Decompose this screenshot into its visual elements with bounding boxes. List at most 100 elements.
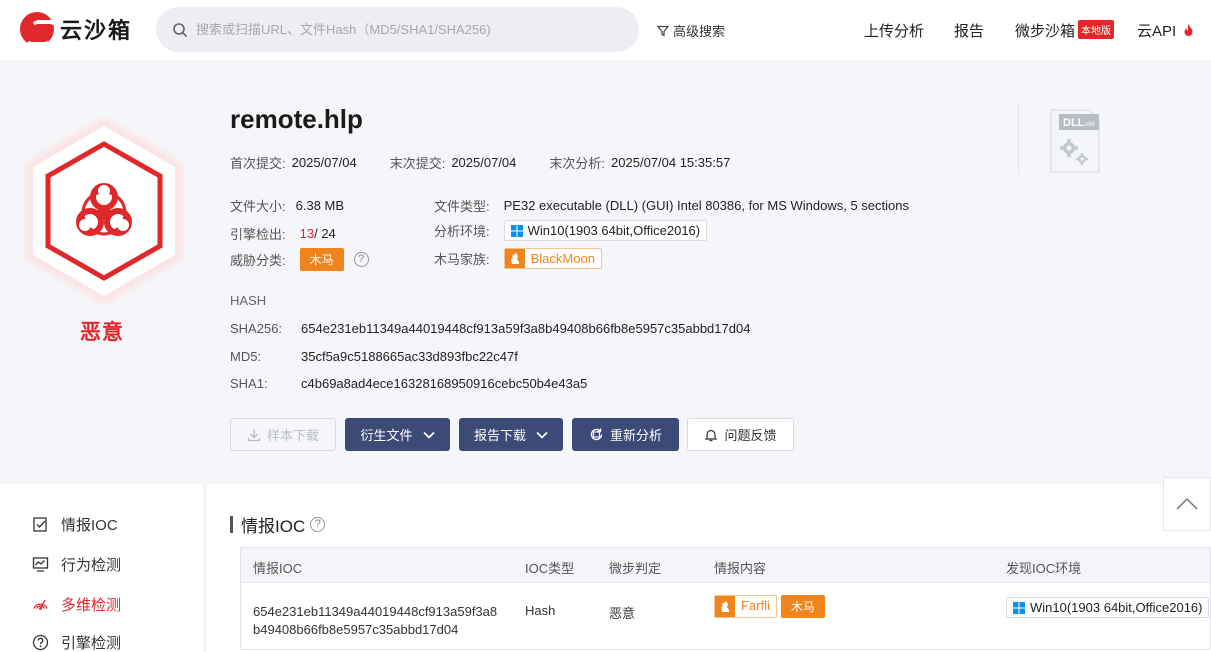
last-submit-label: 末次提交: <box>389 156 446 171</box>
svg-text:DLL: DLL <box>1063 117 1085 129</box>
sha1-value[interactable]: c4b69a8ad4ece16328168950916cebc50b4e43a5 <box>301 376 587 391</box>
nav-weibu-sandbox[interactable]: 微步沙箱 本地版 <box>1015 20 1115 41</box>
analysis-env-tag[interactable]: Win10(1903 64bit,Office2016) <box>503 220 708 241</box>
ioc-table: 情报IOC IOC类型 微步判定 情报内容 发现IOC环境 654e231eb1… <box>240 547 1211 650</box>
category-tag: 木马 <box>780 595 825 618</box>
ioc-hash-cell[interactable]: 654e231eb11349a44019448cf913a59f3a8 b494… <box>253 603 497 639</box>
sidebar-item-multidimensional[interactable]: 多维检测 <box>32 594 121 615</box>
first-submit-value: 2025/07/04 <box>291 155 357 170</box>
analysis-env-value: Win10(1903 64bit,Office2016) <box>527 223 701 238</box>
threat-class-tag: 木马 <box>299 248 344 271</box>
logo-icon <box>20 12 54 46</box>
refresh-icon <box>590 428 603 441</box>
engine-detection-row: 引擎检出: 13 / 24 <box>230 224 336 243</box>
help-circle-icon <box>32 634 49 651</box>
engine-detection-label: 引擎检出: <box>230 227 286 242</box>
advanced-search-button[interactable]: 高级搜索 <box>657 21 725 40</box>
sidebar-item-label: 引擎检测 <box>61 635 122 652</box>
feedback-button[interactable]: 问题反馈 <box>687 418 794 451</box>
report-sidebar: 情报IOC 行为检测 多维检测 引擎检测 <box>0 484 203 652</box>
report-download-label: 报告下载 <box>473 428 526 443</box>
derived-files-label: 衍生文件 <box>360 428 413 443</box>
ioc-env-tag[interactable]: Win10(1903 64bit,Office2016) <box>1006 597 1210 618</box>
search-icon <box>173 22 187 37</box>
md5-row: MD5: 35cf5a9c5188665ac33d893fbc22c47f <box>230 349 518 364</box>
feedback-label: 问题反馈 <box>724 428 777 443</box>
dll-file-icon-box: DLL x86 <box>1018 102 1118 174</box>
family-tag-label: Farfli <box>741 598 770 613</box>
biohazard-hexagon-icon <box>26 118 182 304</box>
first-submit-label: 首次提交: <box>230 156 286 171</box>
analysis-env-label: 分析环境: <box>434 224 490 239</box>
nav-cloud-api[interactable]: 云API <box>1137 20 1195 41</box>
last-analysis-label: 末次分析: <box>549 156 606 171</box>
sample-download-button[interactable]: 样本下载 <box>230 418 336 451</box>
filter-icon <box>657 25 669 36</box>
help-icon[interactable]: ? <box>353 252 369 267</box>
file-size-row: 文件大小: 6.38 MB <box>230 196 344 215</box>
file-size-value: 6.38 MB <box>295 198 345 213</box>
last-submit-value: 2025/07/04 <box>451 155 517 170</box>
chevron-down-icon <box>536 431 548 439</box>
sample-download-label: 样本下载 <box>266 428 319 443</box>
sidebar-item-label: 多维检测 <box>61 597 122 614</box>
table-row: 654e231eb11349a44019448cf913a59f3a8 b494… <box>241 583 1210 649</box>
sidebar-item-label: 行为检测 <box>61 557 122 574</box>
trojan-family-tag[interactable]: BlackMoon <box>503 248 602 269</box>
report-download-button[interactable]: 报告下载 <box>459 418 563 451</box>
file-type-row: 文件类型: PE32 executable (DLL) (GUI) Intel … <box>434 196 909 215</box>
back-to-top-button[interactable] <box>1163 477 1211 531</box>
ioc-verdict-cell: 恶意 <box>609 606 636 621</box>
sidebar-item-engine[interactable]: 引擎检测 <box>32 632 121 652</box>
derived-files-button[interactable]: 衍生文件 <box>345 418 450 451</box>
ioc-section: 情报IOC ? 情报IOC IOC类型 微步判定 情报内容 发现IOC环境 65… <box>207 484 1211 652</box>
search-box[interactable] <box>156 7 639 52</box>
engine-detection-hits: 13 <box>299 226 315 241</box>
reanalyze-button[interactable]: 重新分析 <box>572 418 679 451</box>
logo[interactable]: 云沙箱 <box>20 12 132 46</box>
sha256-value[interactable]: 654e231eb11349a44019448cf913a59f3a8b4940… <box>301 321 750 336</box>
ioc-env-cell: Win10(1903 64bit,Office2016) <box>1006 597 1210 618</box>
column-header: 微步判定 <box>609 561 662 576</box>
sha1-label: SHA1: <box>230 376 268 391</box>
bell-icon <box>705 429 718 441</box>
sidebar-item-label: 情报IOC <box>61 517 118 534</box>
fire-icon <box>1184 24 1193 36</box>
windows-icon <box>1013 601 1025 614</box>
family-tag[interactable]: Farfli <box>714 595 777 618</box>
nav-cloud-api-label: 云API <box>1137 23 1177 40</box>
analysis-env-row: 分析环境: Win10(1903 64bit,Office2016) <box>434 220 708 241</box>
horse-icon <box>715 596 735 617</box>
sha256-label: SHA256: <box>230 321 283 336</box>
ioc-intel-cell: Farfli 木马 <box>714 595 825 618</box>
download-icon <box>247 428 261 441</box>
trojan-family-row: 木马家族: BlackMoon <box>434 248 602 269</box>
trojan-family-label: 木马家族: <box>434 252 490 267</box>
ioc-type-cell: Hash <box>525 603 556 618</box>
dll-file-icon: DLL x86 <box>1050 109 1100 173</box>
column-header: 情报IOC <box>253 561 303 576</box>
svg-text:x86: x86 <box>1085 122 1095 128</box>
monitor-chart-icon <box>32 557 49 572</box>
search-input[interactable] <box>196 22 616 37</box>
nav-upload-analysis[interactable]: 上传分析 <box>864 20 924 41</box>
nav-report[interactable]: 报告 <box>954 20 984 41</box>
file-type-value: PE32 executable (DLL) (GUI) Intel 80386,… <box>503 198 909 213</box>
column-header: 情报内容 <box>714 561 767 576</box>
logo-text: 云沙箱 <box>60 18 133 43</box>
table-header: 情报IOC IOC类型 微步判定 情报内容 发现IOC环境 <box>241 548 1210 583</box>
file-summary-panel: 恶意 remote.hlp 首次提交: 2025/07/04 末次提交: 202… <box>0 60 1211 480</box>
advanced-search-label: 高级搜索 <box>673 24 726 39</box>
md5-value[interactable]: 35cf5a9c5188665ac33d893fbc22c47f <box>301 349 518 364</box>
section-title: 情报IOC ? <box>230 512 326 537</box>
threat-class-label: 威胁分类: <box>230 253 286 268</box>
file-size-label: 文件大小: <box>230 199 286 214</box>
reanalyze-label: 重新分析 <box>609 428 662 443</box>
help-icon[interactable]: ? <box>310 517 326 532</box>
submission-dates: 首次提交: 2025/07/04 末次提交: 2025/07/04 末次分析: … <box>230 153 730 172</box>
md5-label: MD5: <box>230 349 262 364</box>
column-header: IOC类型 <box>525 561 575 576</box>
sidebar-item-behavior[interactable]: 行为检测 <box>32 554 121 575</box>
sidebar-item-ioc[interactable]: 情报IOC <box>32 514 118 535</box>
hash-title: HASH <box>230 293 267 308</box>
